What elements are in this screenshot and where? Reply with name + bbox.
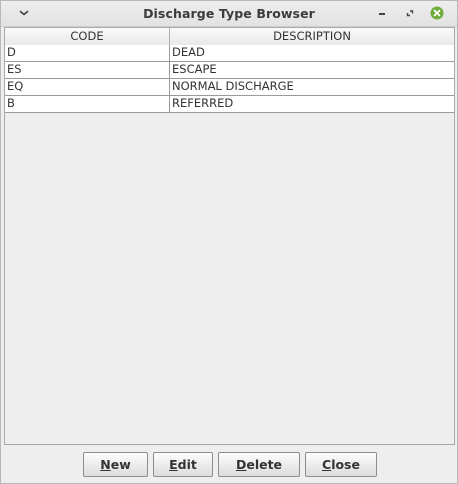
column-header-code[interactable]: CODE [5, 28, 170, 45]
close-button-label: lose [331, 457, 360, 472]
close-window-button[interactable] [429, 5, 445, 21]
column-header-description[interactable]: DESCRIPTION [170, 28, 454, 45]
minimize-button[interactable] [374, 5, 390, 21]
table-body: D DEAD ES ESCAPE EQ NORMAL DISCHARGE B R… [5, 45, 454, 113]
edit-button[interactable]: Edit [153, 452, 213, 477]
new-button[interactable]: New [83, 452, 148, 477]
table-row[interactable]: EQ NORMAL DISCHARGE [5, 79, 454, 96]
delete-button-mnemonic: D [235, 457, 247, 472]
cell-description: DEAD [172, 45, 205, 59]
table-row[interactable]: D DEAD [5, 45, 454, 62]
table-row[interactable]: ES ESCAPE [5, 62, 454, 79]
cell-description: NORMAL DISCHARGE [172, 79, 294, 93]
close-button-mnemonic: C [322, 457, 332, 472]
close-circle-icon [430, 6, 444, 20]
discharge-types-table[interactable]: CODE DESCRIPTION D DEAD ES ESCAPE EQ NOR… [4, 27, 455, 445]
close-button[interactable]: Close [305, 452, 377, 477]
minimize-icon [379, 13, 385, 15]
maximize-button[interactable] [402, 5, 418, 21]
maximize-icon [406, 10, 414, 17]
cell-description: REFERRED [172, 96, 234, 110]
cell-description: ESCAPE [172, 62, 217, 76]
delete-button[interactable]: Delete [218, 452, 300, 477]
button-bar: New Edit Delete Close [1, 452, 457, 477]
table-header: CODE DESCRIPTION [5, 28, 454, 46]
cell-code: ES [5, 62, 170, 78]
new-button-label: ew [110, 457, 131, 472]
delete-button-label: elete [246, 457, 283, 472]
edit-button-mnemonic: E [169, 457, 178, 472]
cell-code: D [5, 45, 170, 61]
new-button-mnemonic: N [100, 457, 111, 472]
cell-code: B [5, 96, 170, 112]
title-bar[interactable]: Discharge Type Browser [1, 1, 457, 27]
table-row[interactable]: B REFERRED [5, 96, 454, 113]
cell-code: EQ [5, 79, 170, 95]
edit-button-label: dit [177, 457, 197, 472]
discharge-type-browser-window: Discharge Type Browser CODE DESCRIPTION … [0, 0, 458, 484]
